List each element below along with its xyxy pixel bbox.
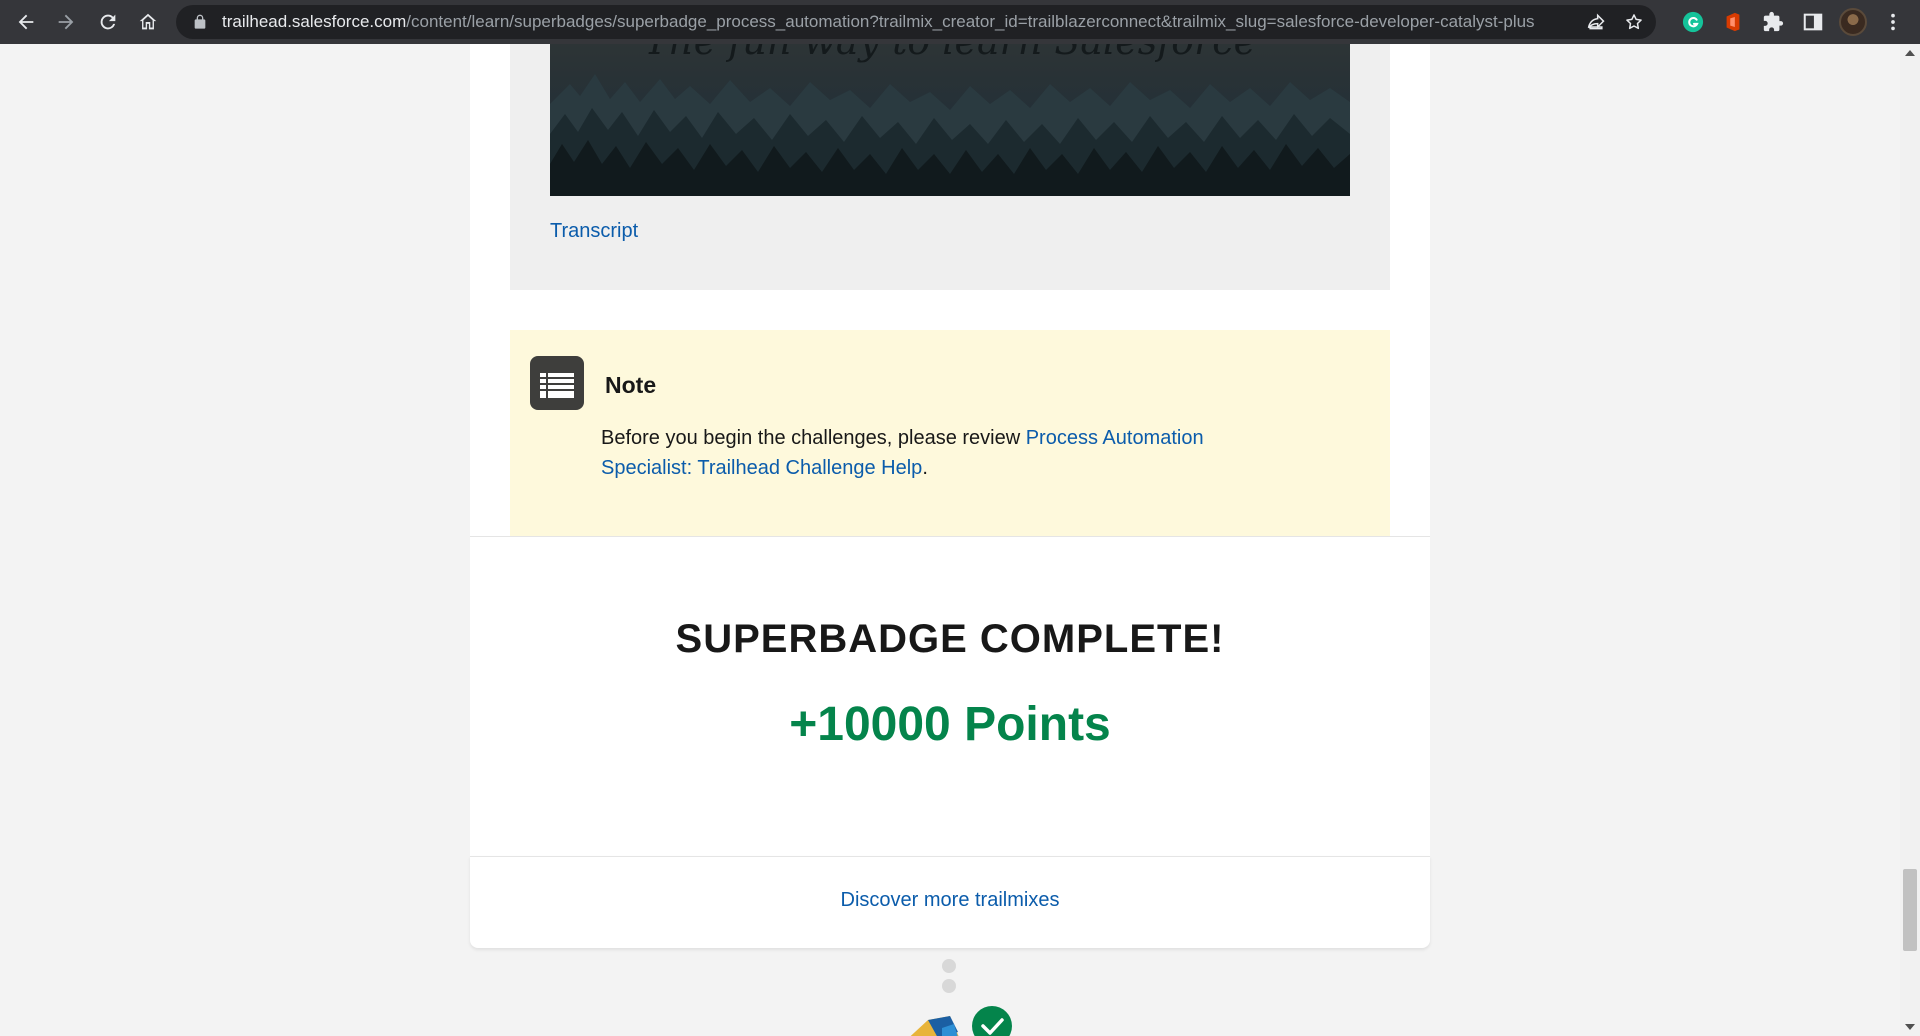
office-icon — [1726, 12, 1740, 32]
note-list-icon — [530, 356, 584, 410]
grammarly-extension[interactable] — [1676, 0, 1710, 44]
discover-row: Discover more trailmixes — [470, 856, 1430, 948]
transcript-link[interactable]: Transcript — [550, 220, 638, 243]
forward-button[interactable] — [46, 0, 86, 44]
note-title: Note — [605, 372, 657, 398]
page-content: The fun way to learn Salesforce Transcri… — [0, 44, 1900, 1036]
arrow-left-icon — [18, 14, 34, 30]
url-path: /content/learn/superbadges/superbadge_pr… — [406, 12, 1535, 31]
badge-icon — [910, 1006, 1012, 1036]
scroll-down-icon[interactable] — [1905, 1024, 1915, 1030]
superbadge-complete-section: SUPERBADGE COMPLETE! +10000 Points — [470, 536, 1430, 856]
lock-icon — [194, 14, 206, 29]
scroll-thumb[interactable] — [1903, 869, 1917, 951]
home-button[interactable] — [128, 0, 168, 44]
extensions-button[interactable] — [1756, 0, 1790, 44]
grammarly-icon — [1682, 11, 1704, 33]
note-body: Before you begin the challenges, please … — [601, 423, 1261, 483]
browser-toolbar: trailhead.salesforce.com/content/learn/s… — [0, 0, 1920, 44]
note-body-suffix: . — [922, 457, 928, 479]
arrow-right-icon — [58, 14, 74, 30]
complete-heading: SUPERBADGE COMPLETE! — [675, 617, 1225, 661]
points-earned: +10000 Points — [789, 698, 1111, 751]
note-callout: Note Before you begin the challenges, pl… — [510, 330, 1390, 536]
bookmark-star-icon[interactable] — [1624, 12, 1644, 32]
chrome-menu-button[interactable] — [1876, 0, 1910, 44]
address-bar[interactable]: trailhead.salesforce.com/content/learn/s… — [176, 5, 1656, 39]
side-panel-button[interactable] — [1796, 0, 1830, 44]
page-scrollbar[interactable] — [1900, 44, 1920, 1036]
forest-illustration: The fun way to learn Salesforce — [550, 44, 1350, 196]
url-host: trailhead.salesforce.com — [222, 12, 407, 31]
note-body-prefix: Before you begin the challenges, please … — [601, 427, 1026, 449]
avatar — [1839, 8, 1867, 36]
omnibox-actions — [1586, 5, 1644, 39]
more-vertical-icon — [1891, 13, 1895, 31]
trail-dot — [942, 959, 956, 973]
trail-dot — [942, 979, 956, 993]
scroll-up-icon[interactable] — [1905, 50, 1915, 56]
side-panel-icon — [1803, 13, 1823, 31]
home-icon — [139, 13, 157, 30]
video-caption: The fun way to learn Salesforce — [644, 44, 1256, 63]
url-text: trailhead.salesforce.com/content/learn/s… — [222, 12, 1602, 32]
puzzle-piece-icon — [1763, 11, 1784, 32]
reload-icon — [100, 14, 116, 30]
office-extension[interactable] — [1716, 0, 1750, 44]
back-button[interactable] — [6, 0, 46, 44]
discover-trailmixes-link[interactable]: Discover more trailmixes — [470, 889, 1430, 912]
video-section: The fun way to learn Salesforce Transcri… — [510, 44, 1390, 290]
video-player[interactable]: The fun way to learn Salesforce — [550, 44, 1350, 196]
superbadge-card: The fun way to learn Salesforce Transcri… — [470, 44, 1430, 536]
share-icon[interactable] — [1586, 12, 1606, 32]
reload-button[interactable] — [88, 0, 128, 44]
profile-button[interactable] — [1836, 0, 1870, 44]
